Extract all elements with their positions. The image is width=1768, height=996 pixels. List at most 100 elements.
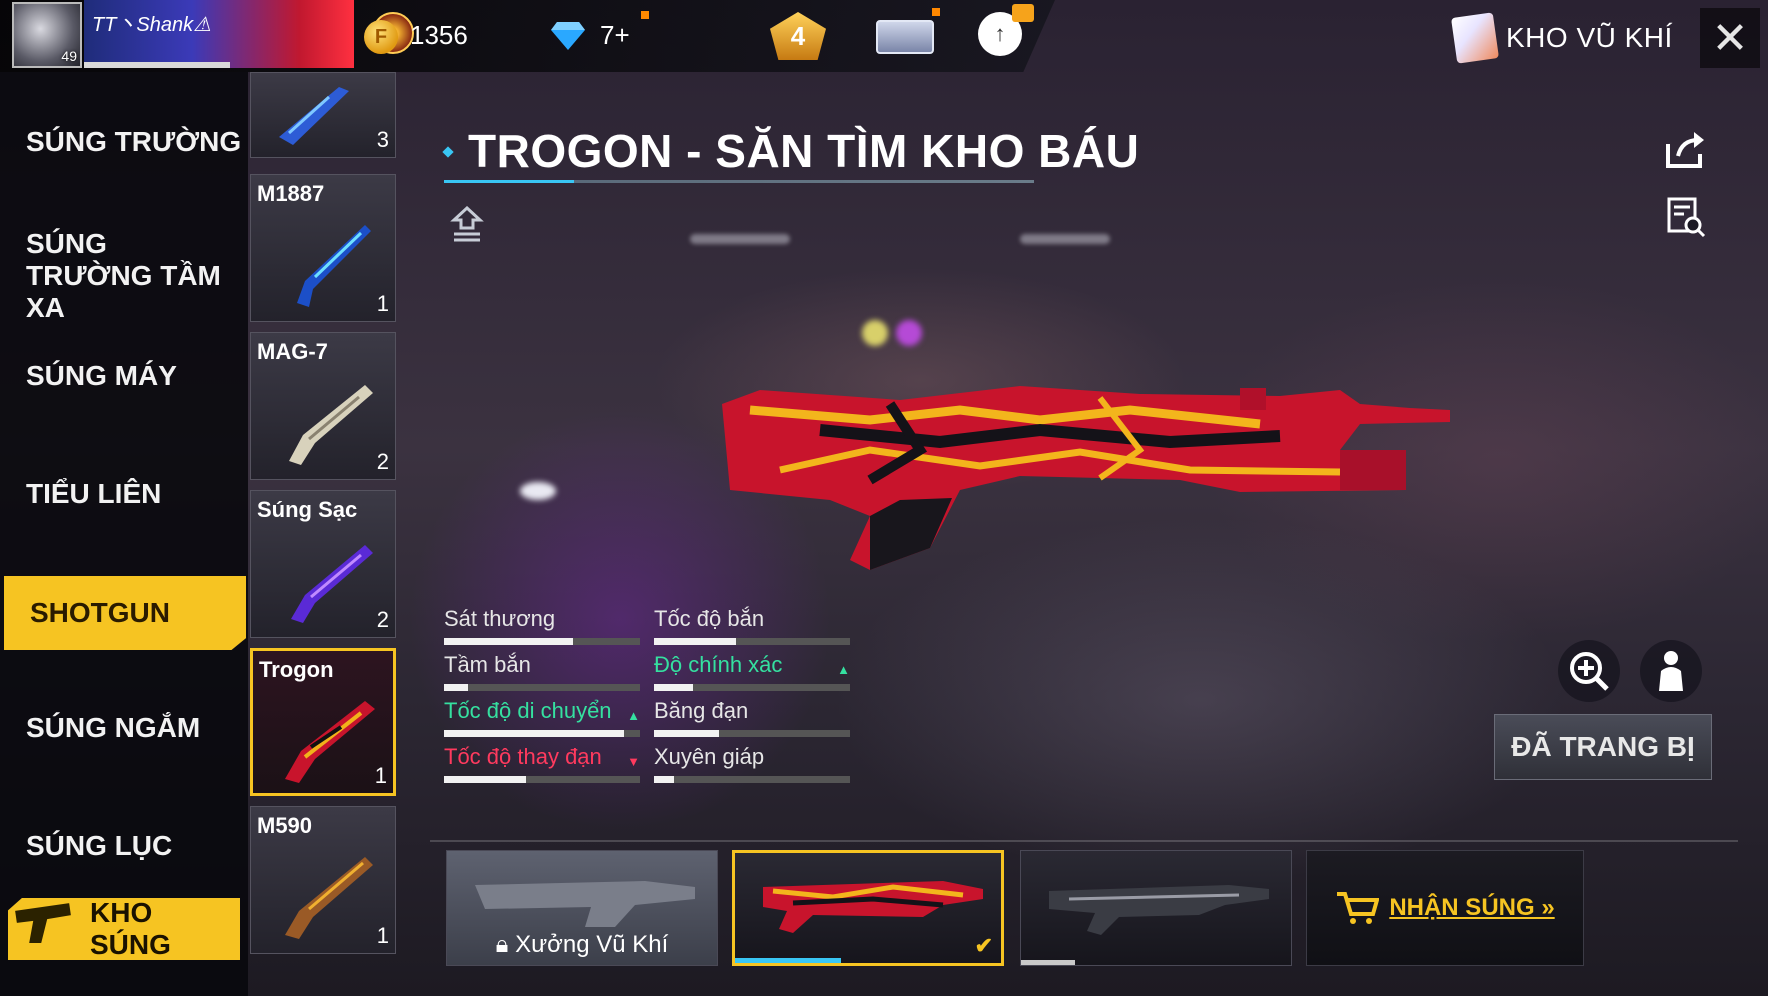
coin-icon: F xyxy=(364,20,398,54)
weapon-count: 1 xyxy=(376,923,389,948)
stat-label: Sát thương xyxy=(444,606,556,631)
share-icon[interactable] xyxy=(1664,130,1706,170)
pistol-icon xyxy=(12,900,74,945)
stat-tam-ban: Tầm bắn xyxy=(444,652,640,696)
stat-label: Tốc độ thay đạn xyxy=(444,744,602,769)
stat-label: Tầm bắn xyxy=(444,652,531,677)
weapon-count: 2 xyxy=(376,607,389,632)
shotgun-thumbnail xyxy=(279,87,349,145)
stat-fill xyxy=(444,684,468,691)
get-gun-button[interactable]: NHẬN SÚNG » xyxy=(1306,850,1584,966)
weapon-card[interactable]: 3 xyxy=(250,72,396,158)
weapon-card-sung-sac[interactable]: Súng Sạc 2 xyxy=(250,490,396,638)
coin-count: 1356 xyxy=(410,20,468,50)
locked-gun-silhouette xyxy=(475,881,695,927)
stat-xuyen-giap: Xuyên giáp xyxy=(654,744,850,788)
player-name: TT丶Shank⚠ xyxy=(92,14,212,36)
weapon-card-m1887[interactable]: M1887 1 xyxy=(250,174,396,322)
stat-fill xyxy=(444,638,574,645)
weapon-card-mag-7[interactable]: MAG-7 2 xyxy=(250,332,396,480)
default-skin-art xyxy=(1049,885,1269,935)
weapon-title-block: TROGON - SĂN TÌM KHO BÁU xyxy=(442,118,1139,184)
stat-up-icon: ▲ xyxy=(627,708,640,723)
inspect-icon[interactable] xyxy=(1666,196,1706,238)
category-shotgun[interactable]: SHOTGUN xyxy=(4,576,246,650)
stat-bar xyxy=(654,684,850,691)
skin-slot-default[interactable] xyxy=(1020,850,1292,966)
stat-down-icon: ▼ xyxy=(627,754,640,769)
checkmark-icon: ✔ xyxy=(974,933,993,958)
ambient-orb xyxy=(520,482,556,500)
stat-do-chinh-xac: Độ chính xác ▲ xyxy=(654,652,850,696)
weapon-count: 2 xyxy=(376,449,389,474)
character-pose-button[interactable] xyxy=(1640,640,1702,702)
category-sung-ngam[interactable]: SÚNG NGẮM xyxy=(0,712,246,744)
skin-slot-selected[interactable]: ✔ xyxy=(732,850,1004,966)
skin-progress-bar xyxy=(1021,960,1075,965)
weapon-count: 3 xyxy=(376,127,389,152)
stat-label: Băng đạn xyxy=(654,698,749,723)
close-button[interactable]: ✕ xyxy=(1700,8,1760,68)
stat-bar xyxy=(654,638,850,645)
stat-bar xyxy=(444,638,640,645)
workshop-label: 🔒︎ Xưởng Vũ Khí xyxy=(447,931,717,959)
zoom-button[interactable] xyxy=(1558,640,1620,702)
equipped-button[interactable]: ĐÃ TRANG BỊ xyxy=(1494,714,1712,780)
stat-bar xyxy=(444,730,640,737)
stat-bar xyxy=(444,776,640,783)
diamond-icon xyxy=(551,22,585,50)
stat-toc-do-thay-dan: Tốc độ thay đạn ▼ xyxy=(444,744,640,788)
armory-title: KHO VŨ KHÍ xyxy=(1506,22,1673,53)
stat-toc-do-ban: Tốc độ bắn xyxy=(654,606,850,650)
rank-badge-number: 4 xyxy=(770,12,826,60)
book-icon xyxy=(1451,12,1499,64)
floor-line xyxy=(430,840,1738,842)
shotgun-thumbnail xyxy=(285,857,373,939)
stat-fill xyxy=(654,776,674,783)
ceiling-light xyxy=(690,234,790,244)
trogon-thumbnail xyxy=(285,701,375,783)
stat-bar xyxy=(654,730,850,737)
stat-label: Tốc độ di chuyển xyxy=(444,698,612,723)
close-icon: ✕ xyxy=(1711,13,1749,63)
ambient-orb xyxy=(896,320,922,346)
skin-progress-bar xyxy=(735,958,842,963)
stat-label: Độ chính xác xyxy=(654,652,783,677)
stat-fill xyxy=(444,730,625,737)
weapon-name: M590 xyxy=(257,813,313,838)
category-sung-truong-tam-xa[interactable]: SÚNG TRƯỜNG TẦM XA xyxy=(0,228,230,324)
lock-icon: 🔒︎ xyxy=(495,931,516,958)
avatar[interactable]: 49 xyxy=(12,2,82,68)
stat-label: Tốc độ bắn xyxy=(654,606,765,631)
weapon-title: TROGON - SĂN TÌM KHO BÁU xyxy=(468,125,1140,177)
membership-card-icon[interactable] xyxy=(876,12,936,60)
weapon-card-trogon[interactable]: Trogon 1 xyxy=(250,648,396,796)
title-underline xyxy=(444,180,1034,183)
stat-bang-dan: Băng đạn xyxy=(654,698,850,742)
category-sung-luc[interactable]: SÚNG LỤC xyxy=(0,830,246,862)
weapon-stats: Sát thương Tốc độ bắn Tầm bắn Độ chính x… xyxy=(444,606,854,786)
stat-fill xyxy=(654,638,737,645)
weapon-preview[interactable] xyxy=(720,380,1460,580)
diamond-count[interactable]: 7+ xyxy=(600,20,630,51)
stat-sat-thuong: Sát thương xyxy=(444,606,640,650)
stat-bar xyxy=(654,776,850,783)
weapon-count: 1 xyxy=(374,763,387,788)
player-level: 49 xyxy=(61,48,77,64)
stat-toc-do-di-chuyen: Tốc độ di chuyển ▲ xyxy=(444,698,640,742)
player-banner[interactable]: TT丶Shank⚠ xyxy=(84,0,414,68)
cart-icon xyxy=(1337,892,1380,924)
upgrade-icon[interactable] xyxy=(448,206,486,242)
category-sung-truong[interactable]: SÚNG TRƯỜNG xyxy=(0,126,246,158)
gun-storage-label: KHO SÚNG xyxy=(90,897,171,960)
skin-slot-workshop[interactable]: 🔒︎ Xưởng Vũ Khí xyxy=(446,850,718,966)
notification-dot xyxy=(932,8,940,16)
rank-badge-icon[interactable]: 4 xyxy=(770,12,828,60)
weapon-card-m590[interactable]: M590 1 xyxy=(250,806,396,954)
weapon-name: Trogon xyxy=(259,657,334,682)
shotgun-thumbnail xyxy=(291,545,373,623)
stat-bar xyxy=(444,684,640,691)
weapon-name: MAG-7 xyxy=(257,339,328,364)
category-sung-may[interactable]: SÚNG MÁY xyxy=(0,360,246,392)
category-tieu-lien[interactable]: TIỂU LIÊN xyxy=(0,478,246,510)
